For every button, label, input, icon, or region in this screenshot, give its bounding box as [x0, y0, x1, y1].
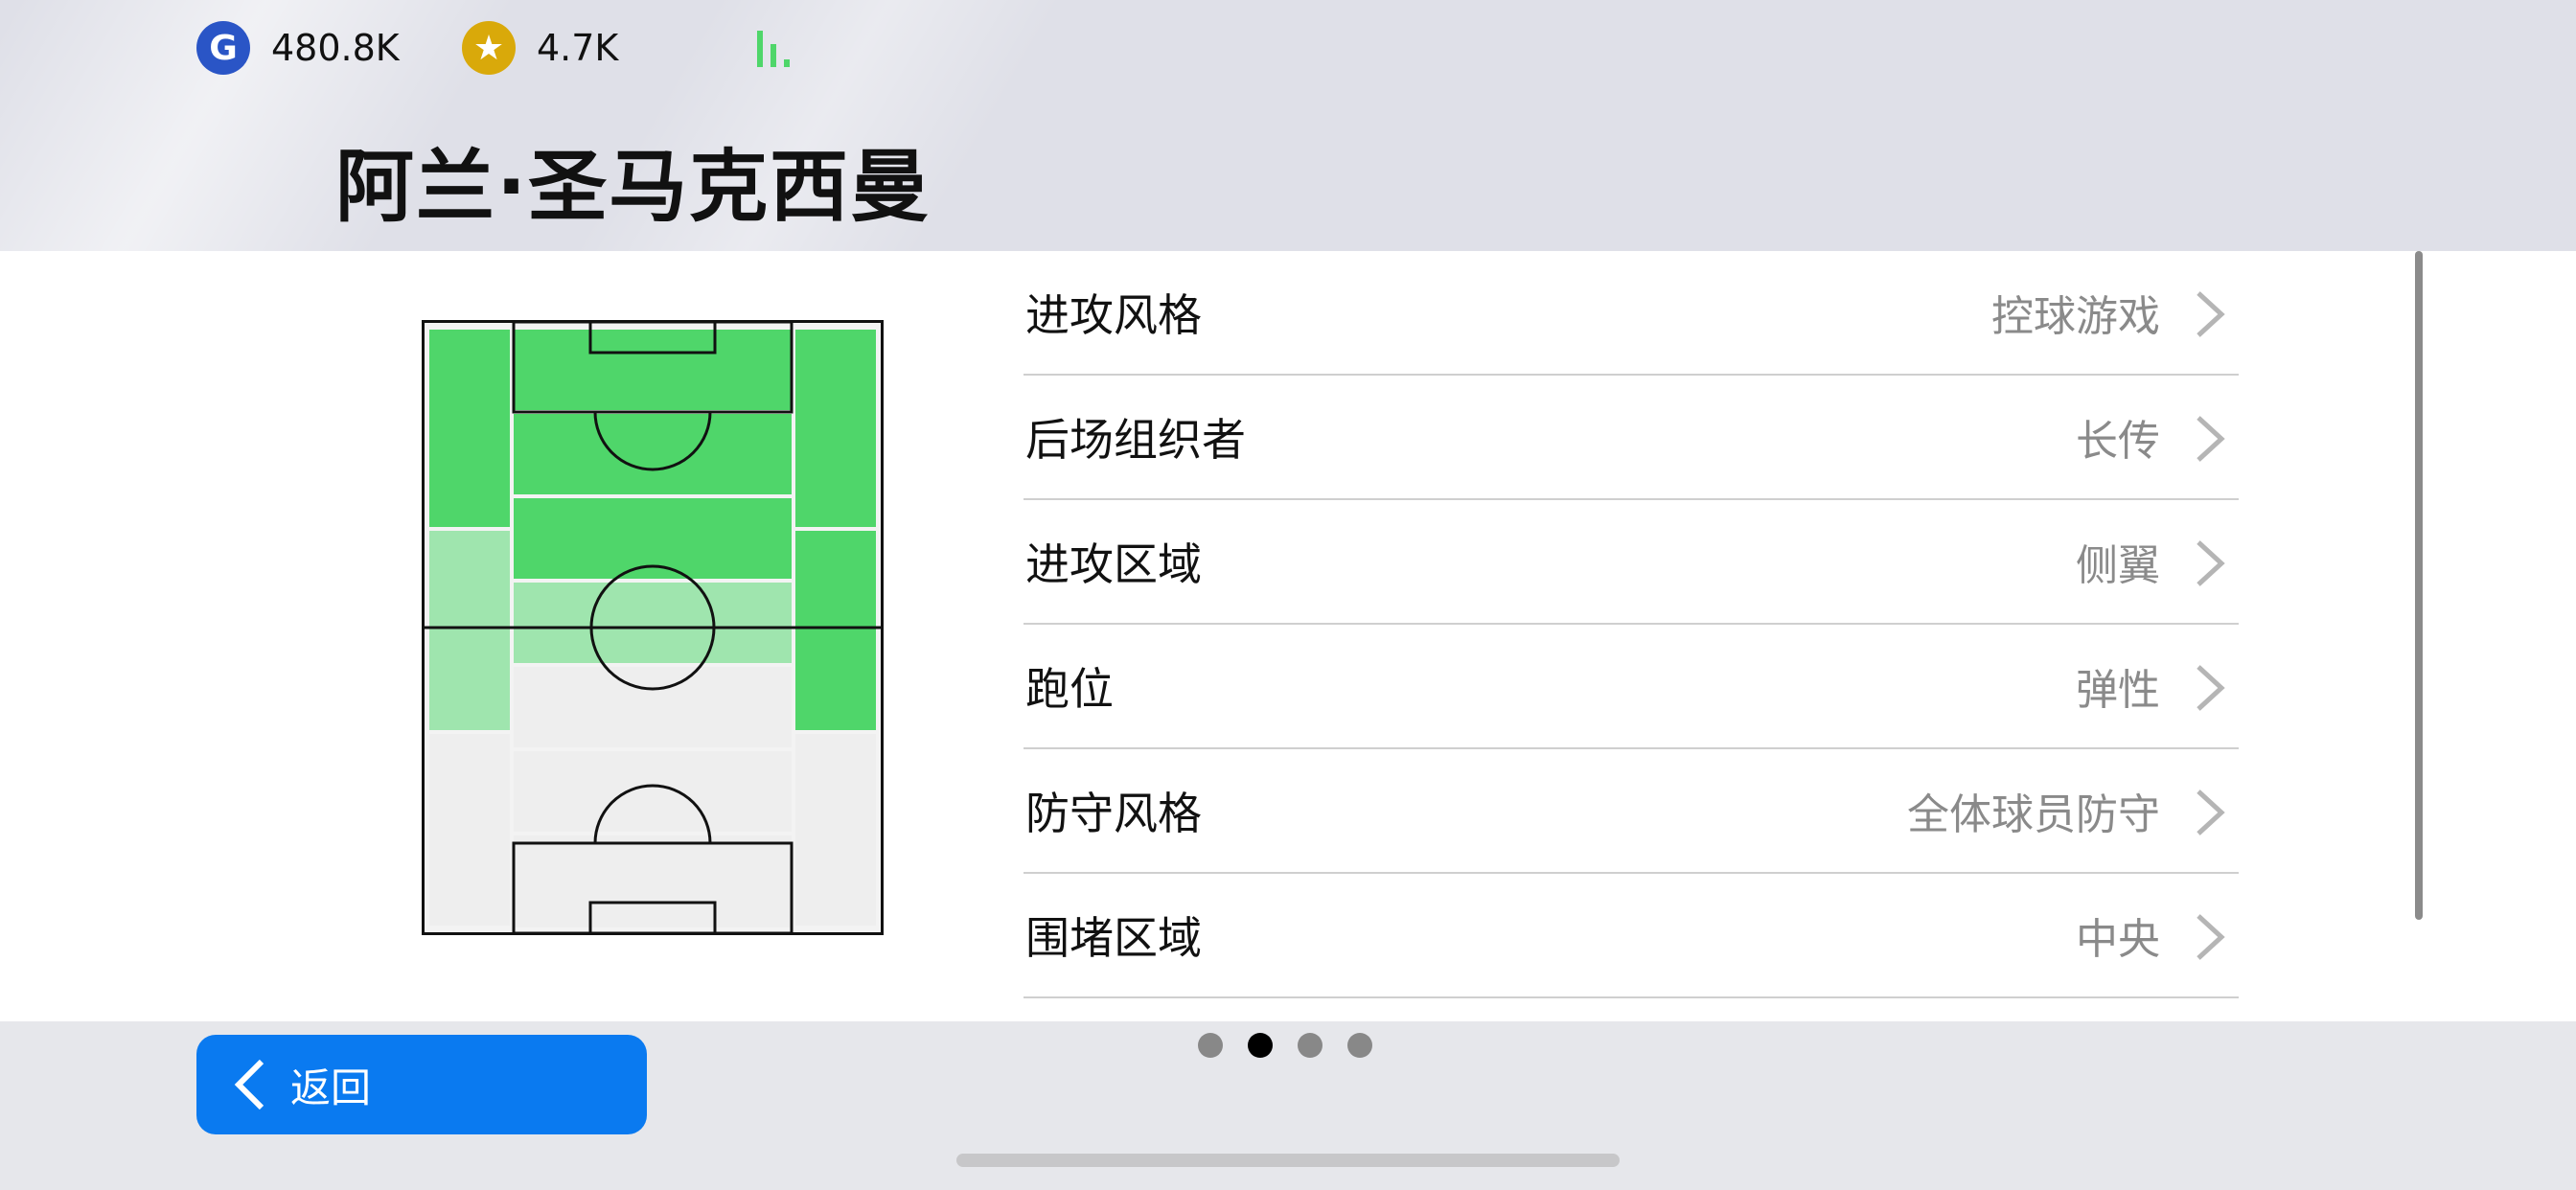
back-button[interactable]: 返回	[196, 1035, 647, 1134]
chevron-right-icon	[2196, 665, 2225, 711]
zone-left-mid	[429, 531, 510, 730]
page-dot[interactable]	[1347, 1033, 1372, 1058]
chevron-right-icon	[2196, 914, 2225, 960]
setting-pressuring[interactable]: 施压 防守	[1024, 998, 2239, 1018]
setting-defensive-style[interactable]: 防守风格 全体球员防守	[1024, 749, 2239, 874]
zone-center-4	[514, 583, 792, 663]
g-coin-icon: G	[196, 21, 250, 75]
zone-center-1	[514, 330, 792, 410]
setting-value: 侧翼	[2076, 541, 2160, 590]
zone-right-low	[795, 734, 876, 926]
home-indicator[interactable]	[956, 1154, 1620, 1167]
zone-center-2	[514, 414, 792, 494]
chevron-right-icon	[2196, 416, 2225, 462]
zone-left-low	[429, 734, 510, 926]
page-indicator	[1198, 1033, 1380, 1062]
setting-label: 跑位	[1025, 663, 1114, 715]
zone-right-top	[795, 330, 876, 527]
setting-positioning[interactable]: 跑位 弹性	[1024, 625, 2239, 749]
page-dot[interactable]	[1298, 1033, 1322, 1058]
setting-label: 围堵区域	[1025, 912, 1202, 964]
back-button-label: 返回	[290, 1064, 372, 1111]
coin-currency: ★ 4.7K	[462, 19, 618, 77]
zone-center-7	[514, 835, 792, 927]
star-coin-icon: ★	[462, 21, 516, 75]
setting-value: 中央	[2076, 915, 2160, 964]
zone-left-top	[429, 330, 510, 527]
zone-center-6	[514, 751, 792, 832]
gp-currency: G 480.8K	[196, 19, 400, 77]
setting-attacking-style[interactable]: 进攻风格 控球游戏	[1024, 251, 2239, 376]
gp-amount: 480.8K	[271, 27, 400, 69]
page-dot-active[interactable]	[1248, 1033, 1273, 1058]
setting-attacking-area[interactable]: 进攻区域 侧翼	[1024, 500, 2239, 625]
setting-value: 全体球员防守	[1907, 790, 2160, 839]
setting-value: 弹性	[2076, 666, 2160, 715]
chevron-right-icon	[2196, 291, 2225, 337]
chevron-left-icon	[234, 1059, 264, 1110]
zone-center-5	[514, 667, 792, 747]
coin-amount: 4.7K	[537, 27, 619, 69]
chevron-right-icon	[2196, 790, 2225, 835]
setting-label: 后场组织者	[1025, 414, 1246, 466]
formation-pitch	[422, 320, 884, 935]
scrollbar[interactable]	[2415, 251, 2423, 920]
setting-build-up[interactable]: 后场组织者 长传	[1024, 376, 2239, 500]
zone-right-mid	[795, 531, 876, 730]
setting-label: 进攻区域	[1025, 538, 1202, 590]
setting-label: 防守风格	[1025, 788, 1202, 839]
signal-icon	[757, 31, 790, 67]
setting-containment-area[interactable]: 围堵区域 中央	[1024, 874, 2239, 998]
page-dot[interactable]	[1198, 1033, 1223, 1058]
tactics-settings-list: 进攻风格 控球游戏 后场组织者 长传 进攻区域 侧翼 跑位 弹性 防守风格 全体…	[1024, 251, 2239, 1018]
chevron-right-icon	[2196, 540, 2225, 586]
player-name: 阿兰·圣马克西曼	[335, 142, 932, 233]
setting-value: 控球游戏	[1991, 292, 2160, 341]
setting-label: 进攻风格	[1025, 289, 1202, 341]
setting-value: 长传	[2076, 417, 2160, 466]
